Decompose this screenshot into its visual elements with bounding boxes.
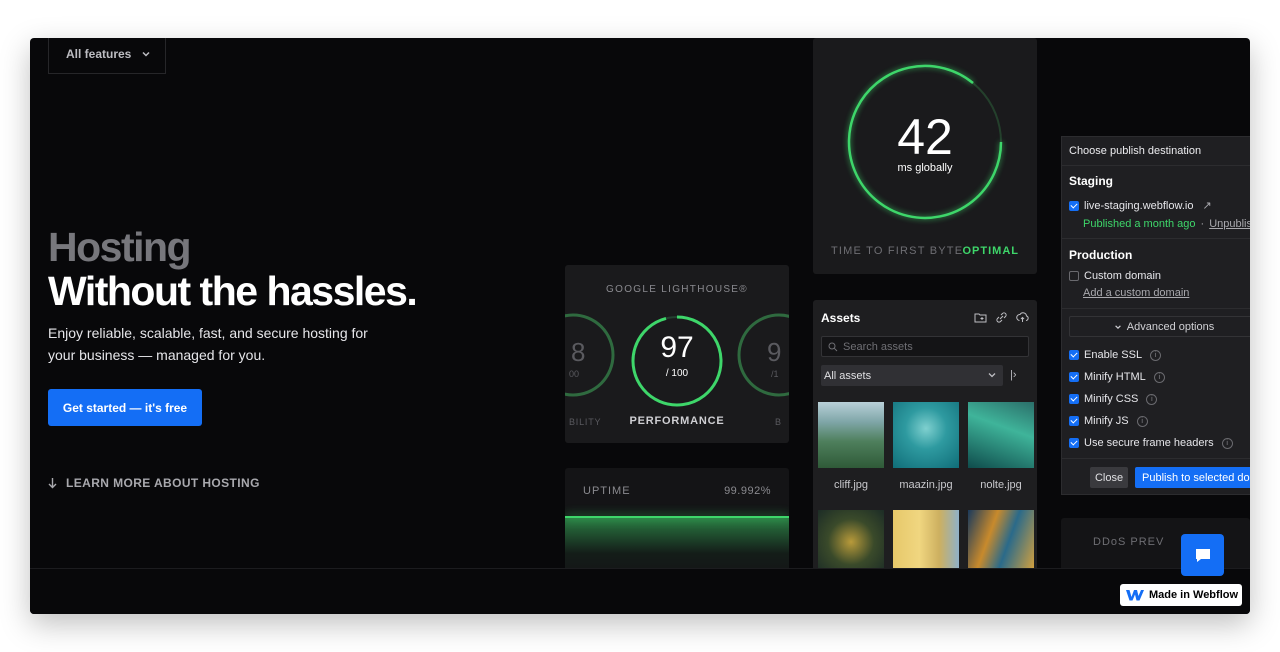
divider — [1062, 165, 1250, 166]
staging-status: Published a month ago — [1083, 218, 1196, 230]
separator-dot: · — [1200, 218, 1205, 230]
arrow-down-icon — [48, 477, 57, 488]
info-icon[interactable]: i — [1136, 415, 1148, 427]
chevron-down-icon — [142, 51, 150, 57]
staging-title: Staging — [1069, 174, 1113, 188]
divider — [1062, 308, 1250, 309]
option-checkbox[interactable] — [1069, 394, 1079, 404]
asset-thumb-maazin[interactable] — [893, 402, 959, 468]
production-title: Production — [1069, 248, 1133, 262]
custom-domain-row[interactable]: Custom domain — [1069, 270, 1161, 282]
lighthouse-left-label: BILITY — [569, 417, 602, 427]
uptime-line — [565, 516, 789, 518]
external-link-icon[interactable]: ↗ — [1202, 199, 1211, 212]
asset-filename: maazin.jpg — [899, 479, 953, 491]
add-custom-domain-link[interactable]: Add a custom domain — [1083, 287, 1189, 299]
custom-domain-label: Custom domain — [1084, 270, 1162, 282]
chevron-down-icon — [988, 373, 996, 378]
lighthouse-right-label: B — [775, 417, 782, 427]
option-minify-html[interactable]: Minify HTML i — [1069, 371, 1165, 383]
option-checkbox[interactable] — [1069, 416, 1079, 426]
option-checkbox[interactable] — [1069, 438, 1079, 448]
learn-more-label: LEARN MORE ABOUT HOSTING — [66, 476, 260, 490]
chat-button[interactable] — [1181, 534, 1224, 576]
ttfb-unit: ms globally — [897, 162, 953, 174]
lighthouse-card: GOOGLE LIGHTHOUSE® 8 00 9 /1 97 / 100 PE… — [565, 265, 789, 443]
option-checkbox[interactable] — [1069, 350, 1079, 360]
info-icon[interactable]: i — [1221, 437, 1233, 449]
publish-button[interactable]: Publish to selected domains — [1135, 467, 1250, 488]
option-label: Minify JS — [1084, 415, 1129, 427]
publish-panel: Choose publish destination Staging live-… — [1061, 136, 1250, 495]
custom-domain-checkbox[interactable] — [1069, 271, 1079, 281]
option-minify-css[interactable]: Minify CSS i — [1069, 393, 1158, 405]
chevron-down-icon — [1114, 324, 1121, 329]
learn-more-link[interactable]: LEARN MORE ABOUT HOSTING — [48, 476, 260, 490]
made-in-webflow-badge[interactable]: Made in Webflow — [1120, 584, 1242, 606]
staging-domain: live-staging.webflow.io — [1084, 199, 1194, 212]
asset-thumb-4[interactable] — [818, 510, 884, 568]
lighthouse-score-max: / 100 — [665, 368, 689, 379]
hero-title-tagline: Without the hassles. — [48, 268, 418, 314]
asset-filename: cliff.jpg — [833, 479, 869, 491]
ttfb-status: OPTIMAL — [962, 245, 1019, 257]
ttfb-card: 42 ms globally TIME TO FIRST BYTE OPTIMA… — [813, 38, 1037, 274]
link-icon[interactable] — [995, 311, 1008, 324]
asset-thumb-nolte[interactable] — [968, 402, 1034, 468]
divider — [1062, 238, 1250, 239]
option-label: Minify CSS — [1084, 393, 1139, 405]
bottom-bar — [30, 568, 1250, 614]
advanced-options-label: Advanced options — [1126, 320, 1215, 333]
ddos-label: DDoS PREV — [1093, 536, 1165, 548]
info-icon[interactable]: i — [1150, 349, 1162, 361]
hero-subtitle: Enjoy reliable, scalable, fast, and secu… — [48, 325, 368, 363]
assets-panel: Assets Search assets All assets |› cliff… — [813, 300, 1037, 578]
asset-thumb-6[interactable] — [968, 510, 1034, 568]
upload-icon[interactable] — [1016, 311, 1029, 324]
publish-header: Choose publish destination — [1069, 145, 1202, 157]
search-icon — [828, 342, 838, 351]
all-features-dropdown[interactable]: All features — [48, 38, 166, 74]
option-label: Minify HTML — [1084, 371, 1146, 383]
option-label: Enable SSL — [1084, 349, 1143, 361]
assets-title: Assets — [821, 311, 861, 325]
features-label: All features — [66, 46, 132, 61]
assets-search-input[interactable]: Search assets — [821, 336, 1029, 357]
asset-filename: nolte.jpg — [980, 479, 1022, 491]
option-enable-ssl[interactable]: Enable SSL i — [1069, 349, 1162, 361]
new-folder-icon[interactable] — [974, 311, 987, 324]
option-minify-js[interactable]: Minify JS i — [1069, 415, 1148, 427]
staging-domain-row[interactable]: live-staging.webflow.io ↗ — [1069, 199, 1212, 212]
hosting-section: All features Hosting Without the hassles… — [30, 38, 1250, 614]
uptime-label: UPTIME — [583, 485, 631, 497]
ttfb-label: TIME TO FIRST BYTE — [831, 245, 964, 257]
assets-filter-select[interactable]: All assets — [821, 365, 1003, 386]
badge-label: Made in Webflow — [1149, 589, 1239, 601]
chat-icon — [1195, 549, 1210, 562]
option-checkbox[interactable] — [1069, 372, 1079, 382]
webflow-logo-icon — [1126, 590, 1144, 601]
staging-checkbox[interactable] — [1069, 200, 1079, 211]
unpublish-link[interactable]: Unpublish — [1209, 218, 1250, 230]
assets-filter-value: All assets — [824, 369, 872, 382]
advanced-options-toggle[interactable]: Advanced options — [1069, 316, 1250, 337]
ttfb-value: 42 — [897, 109, 953, 165]
option-secure-frame-headers[interactable]: Use secure frame headers i — [1069, 437, 1233, 449]
assets-toolbar — [974, 311, 1029, 324]
divider — [1062, 458, 1250, 459]
collapse-panel-icon[interactable]: |› — [1010, 369, 1017, 381]
get-started-button[interactable]: Get started — it's free — [48, 389, 202, 426]
close-button[interactable]: Close — [1090, 467, 1128, 488]
info-icon[interactable]: i — [1153, 371, 1165, 383]
asset-thumb-cliff[interactable] — [818, 402, 884, 468]
option-label: Use secure frame headers — [1084, 437, 1214, 449]
staging-status-row: Published a month ago · Unpublish — [1083, 218, 1250, 230]
info-icon[interactable]: i — [1146, 393, 1158, 405]
asset-thumb-5[interactable] — [893, 510, 959, 568]
uptime-value: 99.992% — [724, 485, 771, 497]
lighthouse-score: 97 — [660, 331, 694, 364]
uptime-card: UPTIME 99.992% — [565, 468, 789, 578]
assets-search-placeholder: Search assets — [843, 340, 913, 353]
hero-title-hosting: Hosting — [48, 224, 192, 270]
